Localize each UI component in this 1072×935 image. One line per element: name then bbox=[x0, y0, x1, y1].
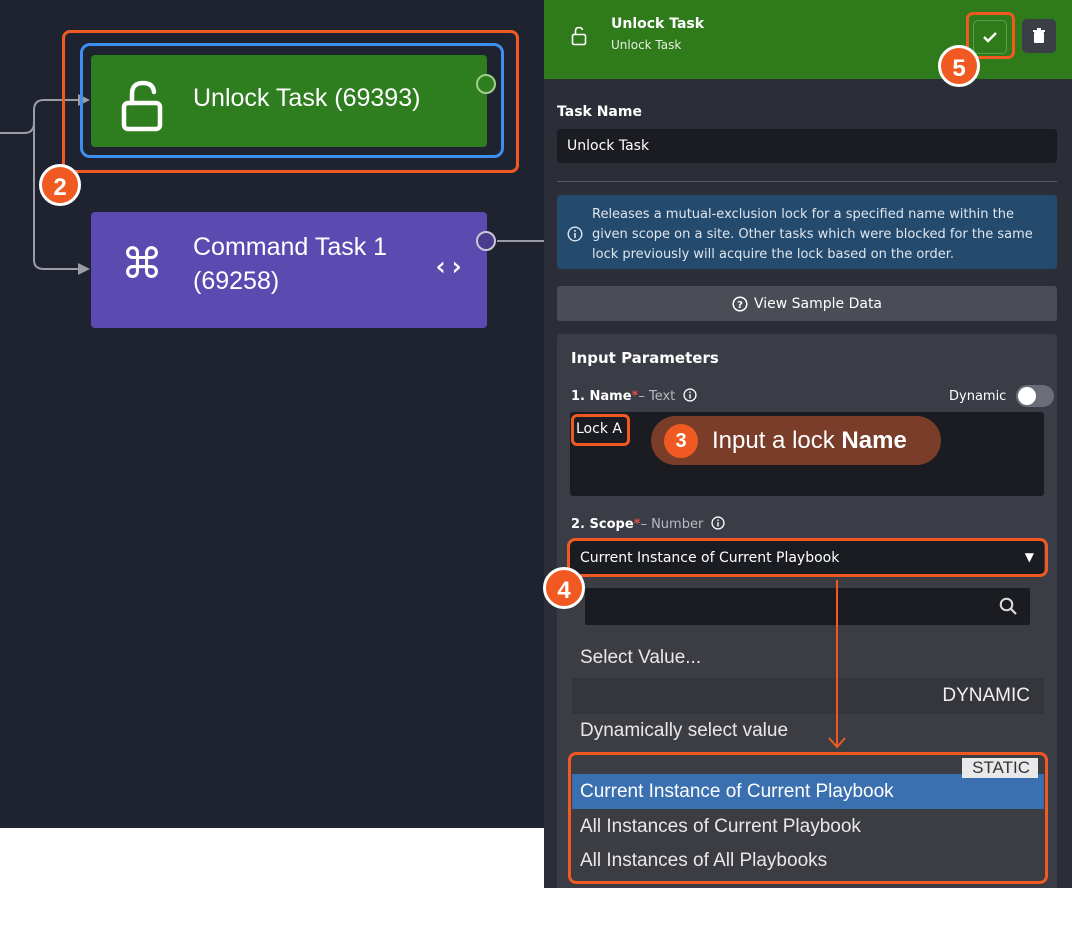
command-node-title: Command Task 1 (69258) bbox=[193, 233, 388, 295]
command-node-output-port[interactable] bbox=[476, 231, 496, 251]
unlock-task-node[interactable]: Unlock Task (69393) bbox=[91, 55, 496, 147]
panel-title: Unlock Task bbox=[611, 16, 705, 32]
unlock-node-title: Unlock Task (69393) bbox=[193, 84, 421, 112]
step4-arrow bbox=[828, 580, 846, 749]
static-options-highlight bbox=[568, 752, 1048, 884]
search-icon bbox=[999, 597, 1017, 615]
step3-badge: 3 bbox=[664, 423, 698, 458]
help-circle-icon: ? bbox=[732, 295, 748, 312]
svg-text:?: ? bbox=[737, 300, 743, 311]
step5-badge: 5 bbox=[938, 45, 980, 87]
step3-value-highlight bbox=[571, 414, 630, 446]
dynamic-select-option[interactable]: Dynamically select value bbox=[572, 714, 1044, 748]
name-param-label: 1. Name*– Text bbox=[571, 388, 697, 404]
info-icon bbox=[567, 226, 583, 242]
name-info-icon bbox=[683, 388, 697, 402]
scope-param-label: 2. Scope*– Number bbox=[571, 516, 725, 532]
code-icon: ‹› bbox=[433, 252, 465, 282]
view-sample-data-label: View Sample Data bbox=[753, 295, 883, 312]
panel-subtitle: Unlock Task bbox=[611, 38, 682, 52]
scope-param-type: – Number bbox=[640, 517, 704, 532]
name-param-title: 1. Name bbox=[571, 389, 632, 404]
scope-param-title: 2. Scope bbox=[571, 517, 634, 532]
select-value-option[interactable]: Select Value... bbox=[572, 641, 1044, 675]
header-unlock-icon bbox=[571, 26, 587, 46]
unlock-node-output-port[interactable] bbox=[476, 74, 496, 94]
panel-divider bbox=[557, 181, 1057, 182]
name-param-type: – Text bbox=[638, 389, 676, 404]
info-text: Releases a mutual-exclusion lock for a s… bbox=[592, 207, 1033, 262]
trash-icon bbox=[1033, 28, 1045, 43]
unlock-icon bbox=[121, 80, 163, 132]
dynamic-label: Dynamic bbox=[949, 389, 1007, 404]
scope-info-icon bbox=[711, 516, 725, 530]
dynamic-toggle-knob bbox=[1018, 387, 1036, 405]
command-task-node[interactable]: ⌘ Command Task 1 (69258) ‹› bbox=[91, 212, 496, 328]
workflow-canvas[interactable]: Unlock Task (69393) ⌘ Command Task 1 (69… bbox=[0, 0, 544, 828]
task-name-label: Task Name bbox=[557, 104, 642, 120]
step4-select-highlight bbox=[567, 538, 1048, 577]
info-box: Releases a mutual-exclusion lock for a s… bbox=[557, 195, 1057, 269]
input-parameters-title: Input Parameters bbox=[571, 349, 719, 367]
dropdown-search-input[interactable] bbox=[585, 588, 1030, 625]
view-sample-data-button[interactable]: ? View Sample Data bbox=[557, 286, 1057, 321]
page: Unlock Task (69393) ⌘ Command Task 1 (69… bbox=[0, 0, 1072, 935]
step4-badge: 4 bbox=[543, 567, 585, 609]
dynamic-group-header: DYNAMIC bbox=[572, 678, 1044, 714]
step3-text-normal: Input a lock bbox=[712, 426, 842, 454]
step3-callout: 3 Input a lock Name bbox=[651, 416, 941, 465]
step3-text: Input a lock Name bbox=[712, 427, 907, 455]
command-icon: ⌘ bbox=[121, 239, 163, 288]
step3-text-bold: Name bbox=[841, 426, 907, 454]
step2-badge: 2 bbox=[39, 164, 81, 206]
dynamic-toggle[interactable] bbox=[1016, 385, 1054, 407]
task-name-input[interactable]: Unlock Task bbox=[557, 129, 1057, 163]
delete-button[interactable] bbox=[1022, 19, 1056, 53]
